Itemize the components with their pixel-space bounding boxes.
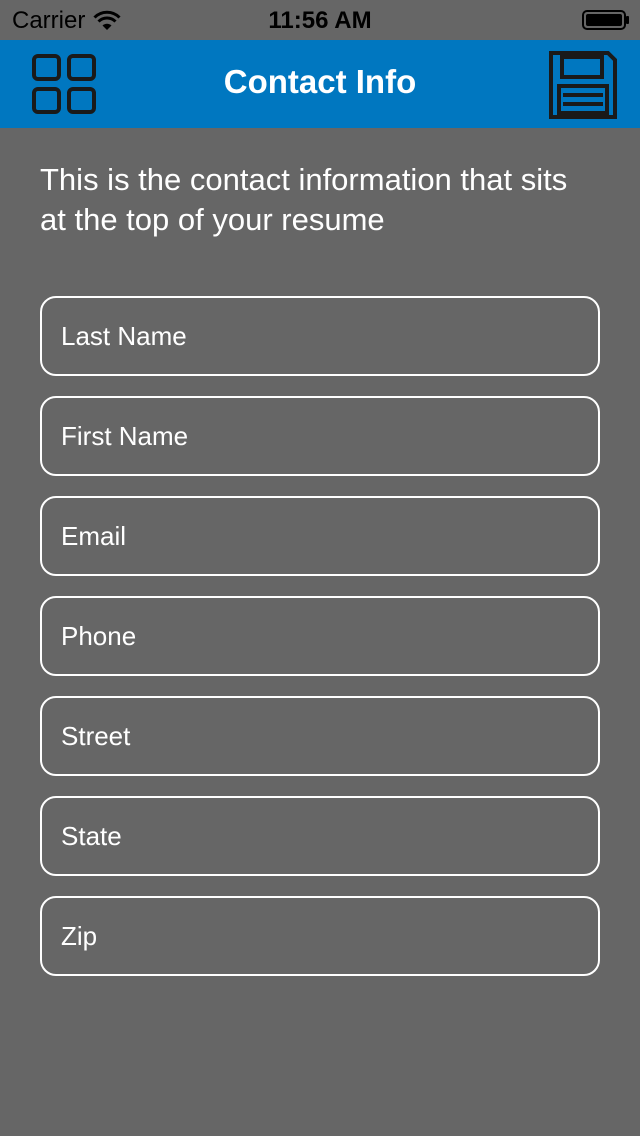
street-input[interactable] bbox=[40, 696, 600, 776]
page-title: Contact Info bbox=[223, 63, 417, 100]
zip-input[interactable] bbox=[40, 896, 600, 976]
last-name-input[interactable] bbox=[40, 296, 600, 376]
save-button[interactable] bbox=[548, 50, 618, 120]
state-input[interactable] bbox=[40, 796, 600, 876]
intro-text: This is the contact information that sit… bbox=[40, 162, 568, 237]
battery-icon bbox=[582, 10, 629, 30]
first-name-input[interactable] bbox=[40, 396, 600, 476]
status-time: 11:56 AM bbox=[268, 7, 372, 34]
save-icon bbox=[549, 51, 617, 119]
navigation-bar: Contact Info bbox=[0, 40, 640, 128]
status-bar: Carrier 11:56 AM bbox=[0, 0, 640, 40]
contact-form bbox=[40, 296, 600, 996]
email-input[interactable] bbox=[40, 496, 600, 576]
phone-input[interactable] bbox=[40, 596, 600, 676]
